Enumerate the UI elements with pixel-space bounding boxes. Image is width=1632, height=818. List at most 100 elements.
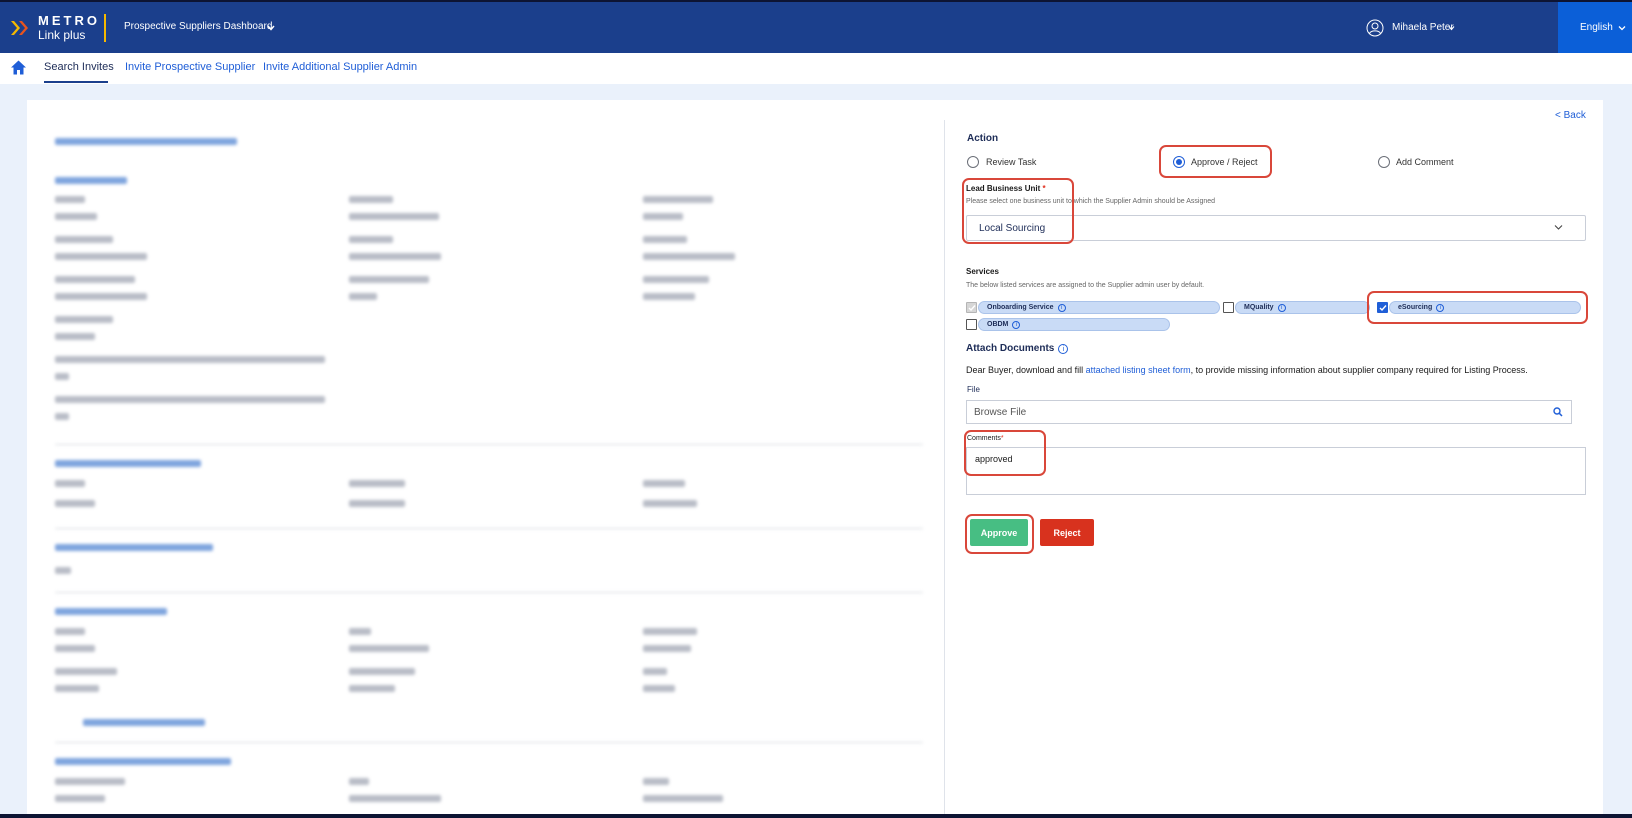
service-pill-esourcing: eSourcing i (1389, 301, 1581, 314)
blurred-text (55, 333, 95, 340)
blurred-text (349, 795, 441, 802)
radio-add-comment[interactable] (1378, 156, 1390, 168)
blurred-section-title (55, 177, 127, 184)
blurred-text (349, 645, 429, 652)
lead-business-unit-hint: Please select one business unit to which… (966, 198, 1216, 205)
service-pill-obdm: OBDM i (978, 318, 1170, 331)
listing-sheet-link[interactable]: attached listing sheet form (1086, 365, 1191, 375)
checkbox-esourcing[interactable] (1377, 302, 1388, 313)
tab-invite-additional-supplier-admin[interactable]: Invite Additional Supplier Admin (263, 61, 417, 73)
user-avatar-icon[interactable] (1366, 19, 1384, 37)
checkbox-mquality[interactable] (1223, 302, 1234, 313)
divider (55, 444, 923, 445)
select-value: Local Sourcing (979, 223, 1046, 234)
service-label: OBDM (987, 321, 1009, 328)
comments-label: Comments* (967, 435, 1004, 442)
info-icon[interactable]: i (1058, 344, 1069, 354)
logo-subtitle: Link plus (38, 28, 86, 42)
blurred-text (643, 685, 675, 692)
blurred-text (55, 628, 85, 635)
file-placeholder: Browse File (974, 407, 1027, 418)
blurred-text (55, 500, 95, 507)
reject-button[interactable]: Reject (1040, 519, 1094, 546)
file-label: File (967, 385, 980, 394)
blurred-text (643, 253, 735, 260)
top-header: METRO Link plus Prospective Suppliers Da… (0, 2, 1632, 53)
user-menu[interactable]: Mihaela Peter (1392, 22, 1454, 33)
blurred-text (643, 213, 683, 220)
action-title: Action (967, 133, 999, 144)
blurred-text (55, 213, 97, 220)
blurred-text (643, 196, 713, 203)
service-pill-onboarding: Onboarding Service i (978, 301, 1220, 314)
blurred-text (643, 500, 697, 507)
back-link[interactable]: < Back (1555, 110, 1586, 121)
checkbox-onboarding-service[interactable] (966, 302, 977, 313)
radio-approve-reject[interactable] (1173, 156, 1185, 168)
attach-instructions: Dear Buyer, download and fill attached l… (966, 365, 1528, 375)
attach-documents-title: Attach Documents i (966, 343, 1069, 354)
blurred-text (55, 316, 113, 323)
info-icon[interactable]: i (1277, 304, 1286, 312)
blurred-text (55, 396, 325, 403)
blurred-section-title (55, 608, 167, 615)
required-mark: * (1042, 184, 1046, 193)
attach-documents-text: Attach Documents (966, 343, 1055, 354)
browse-file-input[interactable]: Browse File (966, 400, 1572, 424)
service-label: Onboarding Service (987, 304, 1054, 311)
blurred-text (349, 668, 415, 675)
comments-textarea[interactable]: approved (966, 447, 1586, 495)
language-selector[interactable]: English (1558, 2, 1632, 53)
tab-search-invites[interactable]: Search Invites (44, 61, 114, 73)
chevron-down-icon[interactable] (267, 24, 275, 32)
blurred-section-title (55, 758, 231, 765)
radio-review-task[interactable] (967, 156, 979, 168)
chevron-down-icon (1554, 225, 1563, 230)
chevron-down-icon[interactable] (1448, 25, 1455, 31)
blurred-text (55, 778, 125, 785)
home-icon[interactable] (10, 59, 27, 76)
checkbox-obdm[interactable] (966, 319, 977, 330)
blurred-text (643, 236, 687, 243)
blurred-text (643, 645, 691, 652)
radio-label-approve-reject: Approve / Reject (1191, 157, 1258, 167)
info-icon[interactable]: i (1436, 304, 1445, 312)
radio-label-review-task: Review Task (986, 157, 1037, 167)
service-pill-mquality: MQuality i (1235, 301, 1370, 314)
blurred-supplier-details (55, 130, 925, 814)
dashboard-selector[interactable]: Prospective Suppliers Dashboard (124, 21, 272, 32)
approve-button[interactable]: Approve (970, 519, 1028, 546)
blurred-text (643, 293, 695, 300)
blurred-text (349, 500, 405, 507)
blurred-text (55, 196, 85, 203)
blurred-text (349, 253, 441, 260)
blurred-text (55, 373, 69, 380)
check-icon (1379, 305, 1387, 312)
lead-business-unit-select[interactable]: Local Sourcing (966, 215, 1586, 241)
attach-text-before: Dear Buyer, download and fill (966, 365, 1086, 375)
info-icon[interactable]: i (1012, 321, 1021, 329)
blurred-section-title (55, 544, 213, 551)
search-icon[interactable] (1553, 407, 1563, 417)
info-icon[interactable]: i (1057, 304, 1066, 312)
blurred-link (83, 719, 205, 726)
services-title: Services (966, 267, 999, 276)
blurred-text (349, 628, 371, 635)
tab-invite-prospective-supplier[interactable]: Invite Prospective Supplier (125, 61, 255, 73)
attach-text-after: , to provide missing information about s… (1190, 365, 1528, 375)
blurred-text (55, 253, 147, 260)
service-label: MQuality (1244, 304, 1274, 311)
blurred-text (55, 668, 117, 675)
blurred-heading (55, 138, 237, 145)
blurred-text (643, 628, 697, 635)
logo-divider (104, 14, 106, 42)
blurred-text (643, 276, 709, 283)
radio-label-add-comment: Add Comment (1396, 157, 1454, 167)
blurred-text (55, 567, 71, 574)
chevron-down-icon (1618, 26, 1626, 31)
comments-value: approved (975, 454, 1013, 464)
panel-divider (944, 120, 945, 814)
active-tab-indicator (44, 81, 108, 83)
divider (55, 742, 923, 743)
blurred-text (643, 778, 669, 785)
